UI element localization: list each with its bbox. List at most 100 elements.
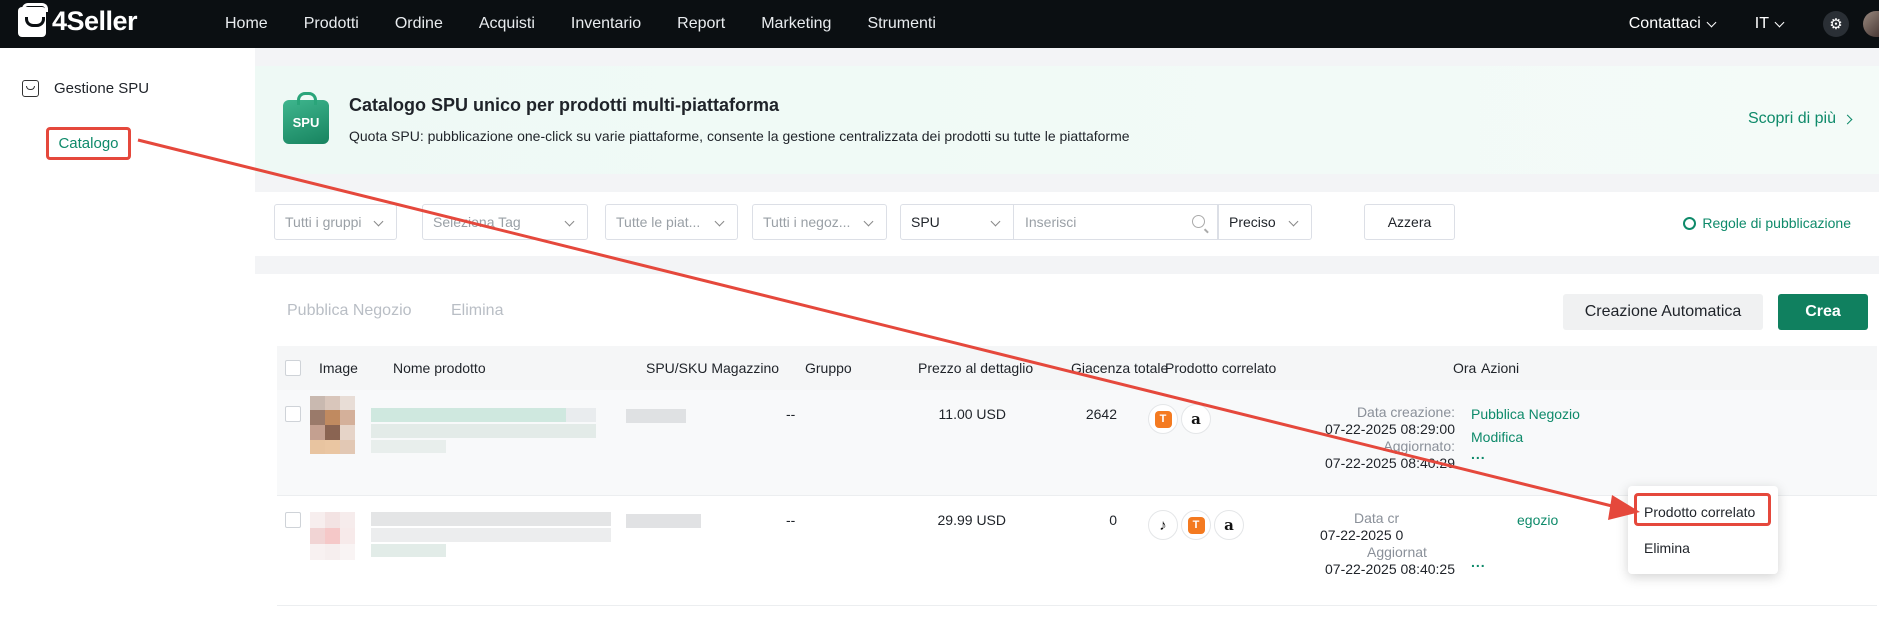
chevron-right-icon: [1842, 114, 1853, 124]
sidebar-group-spu[interactable]: Gestione SPU: [22, 80, 149, 97]
group-value: --: [786, 512, 796, 528]
gear-icon: [1683, 216, 1697, 230]
col-related-product: Prodotto correlato: [1165, 360, 1277, 376]
row-checkbox[interactable]: [285, 406, 301, 422]
temu-icon[interactable]: T: [1181, 510, 1211, 540]
brand-logo[interactable]: 4Seller: [18, 2, 138, 37]
sidebar: Gestione SPU Catalogo: [0, 48, 255, 620]
chevron-down-icon: [714, 216, 725, 227]
updated-label: Aggiornato:: [1383, 438, 1455, 454]
created-label: Data cr: [1354, 510, 1400, 526]
highlight-box: [1634, 493, 1771, 526]
reset-button[interactable]: Azzera: [1364, 204, 1455, 240]
publish-shop-link[interactable]: Pubblica Negozio: [1471, 406, 1580, 422]
sidebar-item-catalogo[interactable]: Catalogo: [46, 127, 131, 160]
edit-link[interactable]: Modifica: [1471, 429, 1523, 445]
learn-more-link[interactable]: Scopri di più: [1748, 110, 1853, 128]
menu-item-delete[interactable]: Elimina: [1644, 540, 1690, 556]
sidebar-group-label: Gestione SPU: [54, 80, 150, 97]
updated-label: Aggiornat: [1367, 544, 1427, 560]
nav-ordine[interactable]: Ordine: [395, 15, 443, 33]
nav-home[interactable]: Home: [225, 15, 268, 33]
groups-select-value: Tutti i gruppi: [285, 214, 362, 230]
more-actions-button[interactable]: ...: [1471, 554, 1486, 570]
groups-select[interactable]: Tutti i gruppi: [274, 204, 397, 240]
nav-prodotti[interactable]: Prodotti: [304, 15, 359, 33]
spu-sku-redacted: [626, 514, 701, 528]
chevron-down-icon: [373, 216, 384, 227]
product-thumbnail[interactable]: [310, 396, 355, 454]
brand-name: 4Seller: [52, 6, 138, 36]
stock-value: 0: [1109, 512, 1117, 528]
col-group: Gruppo: [805, 360, 852, 376]
timestamps: Data creazione: 07-22-2025 08:29:00 Aggi…: [1277, 404, 1455, 472]
search-input[interactable]: Inserisci: [1013, 204, 1218, 240]
nav-strumenti[interactable]: Strumenti: [867, 15, 935, 33]
chevron-down-icon: [1774, 17, 1785, 27]
select-all-checkbox[interactable]: [285, 360, 301, 376]
contact-label: Contattaci: [1628, 15, 1701, 32]
search-type-value: SPU: [911, 214, 940, 230]
group-value: --: [786, 406, 796, 422]
platform-select-value: Tutte le piat...: [616, 214, 701, 230]
amazon-icon[interactable]: a: [1214, 510, 1244, 540]
col-product-name: Nome prodotto: [393, 360, 486, 376]
table-row: -- 11.00 USD 2642 T a Data creazione: 07…: [277, 390, 1877, 496]
platform-select[interactable]: Tutte le piat...: [605, 204, 738, 240]
bulk-publish-button[interactable]: Pubblica Negozio: [287, 302, 412, 320]
nav-acquisti[interactable]: Acquisti: [479, 15, 535, 33]
col-retail-price: Prezzo al dettaglio: [918, 360, 1034, 376]
auto-create-button[interactable]: Creazione Automatica: [1563, 294, 1763, 330]
updated-value: 07-22-2025 08:40:25: [1325, 561, 1455, 577]
main-nav: Home Prodotti Ordine Acquisti Inventario…: [225, 0, 972, 48]
search-type-select[interactable]: SPU: [900, 204, 1014, 240]
chevron-down-icon: [564, 216, 575, 227]
table-header: Image Nome prodotto SPU/SKU Magazzino Gr…: [277, 346, 1877, 390]
chevron-down-icon: [1288, 216, 1299, 227]
publication-rules-link[interactable]: Regole di pubblicazione: [1683, 215, 1851, 231]
timestamps: Data cr 07-22-2025 0 Aggiornat 07-22-202…: [1277, 510, 1455, 578]
publish-shop-link[interactable]: egozio: [1517, 512, 1558, 528]
tag-select[interactable]: Seleziona Tag: [422, 204, 588, 240]
col-time: Ora: [1453, 360, 1477, 376]
col-image: Image: [319, 360, 358, 376]
col-actions: Azioni: [1481, 360, 1520, 376]
bag-logo-icon: [18, 2, 48, 37]
user-avatar[interactable]: [1863, 11, 1879, 37]
chevron-down-icon: [1706, 17, 1717, 27]
shop-select[interactable]: Tutti i negoz...: [752, 204, 887, 240]
nav-right: Contattaci IT ⚙: [1629, 0, 1879, 48]
settings-gear-icon[interactable]: ⚙: [1823, 11, 1849, 37]
create-button[interactable]: Crea: [1778, 294, 1868, 330]
nav-inventario[interactable]: Inventario: [571, 15, 641, 33]
chevron-down-icon: [863, 216, 874, 227]
more-actions-button[interactable]: ...: [1471, 446, 1486, 462]
banner-title: Catalogo SPU unico per prodotti multi-pi…: [349, 95, 780, 115]
col-total-stock: Giacenza totale: [1071, 360, 1169, 376]
language-label: IT: [1754, 15, 1769, 32]
created-label: Data creazione:: [1356, 404, 1455, 420]
amazon-icon[interactable]: a: [1181, 404, 1211, 434]
bulk-delete-button[interactable]: Elimina: [451, 302, 503, 320]
language-dropdown[interactable]: IT: [1754, 15, 1785, 33]
info-banner: SPU Catalogo SPU unico per prodotti mult…: [255, 66, 1879, 174]
temu-icon[interactable]: T: [1148, 404, 1178, 434]
temu-logo-icon: T: [1154, 410, 1172, 428]
product-name-redacted: [371, 408, 611, 453]
row-checkbox[interactable]: [285, 512, 301, 528]
nav-report[interactable]: Report: [677, 15, 725, 33]
nav-marketing[interactable]: Marketing: [761, 15, 831, 33]
product-thumbnail[interactable]: [310, 512, 355, 560]
price-value: 11.00 USD: [938, 406, 1006, 422]
tiktok-icon[interactable]: ♪: [1148, 510, 1178, 540]
match-mode-select[interactable]: Preciso: [1218, 204, 1312, 240]
banner-description: Quota SPU: pubblicazione one-click su va…: [349, 128, 1130, 144]
contact-dropdown[interactable]: Contattaci: [1628, 15, 1717, 33]
top-navigation-bar: 4Seller Home Prodotti Ordine Acquisti In…: [0, 0, 1879, 48]
product-name-redacted: [371, 512, 611, 557]
search-icon: [1192, 215, 1205, 228]
spu-bag-icon: [22, 80, 39, 97]
temu-logo-icon: T: [1187, 516, 1205, 534]
price-value: 29.99 USD: [937, 512, 1006, 528]
search-placeholder: Inserisci: [1025, 214, 1077, 230]
